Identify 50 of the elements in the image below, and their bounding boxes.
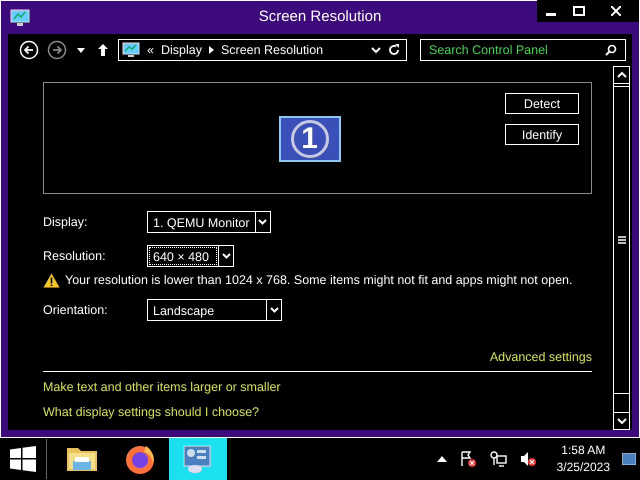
forward-button[interactable] [46, 39, 68, 61]
preview-action-button[interactable]: Identify [505, 124, 579, 145]
warning-text: Your resolution is lower than 1024 x 768. Some items might not fit and apps might not open. [65, 273, 572, 287]
help-link[interactable]: Make text and other items larger or smaller [43, 380, 281, 394]
clock-date: 3/25/2023 [556, 459, 610, 476]
field-label: Orientation: [43, 303, 109, 317]
caret-down-icon [77, 48, 85, 52]
breadcrumb-item[interactable]: Screen Resolution [220, 43, 324, 57]
up-arrow-icon [97, 43, 109, 57]
dropdown-field[interactable]: Landscape [147, 299, 282, 321]
address-bar[interactable]: « Display Screen Resolution [118, 39, 407, 61]
chevron-right-icon [208, 46, 214, 54]
chevron-down-icon [222, 253, 230, 259]
scrollbar[interactable] [613, 66, 630, 430]
speaker-muted-icon[interactable] [518, 450, 537, 468]
monitor-icon [122, 42, 140, 58]
minimize-icon [546, 13, 556, 16]
field-label: Display: [43, 215, 88, 229]
window-title: Screen Resolution [258, 8, 382, 25]
help-link[interactable]: What display settings should I choose? [43, 405, 260, 419]
warning-icon [43, 272, 60, 288]
show-desktop-icon[interactable] [622, 453, 636, 465]
grip-icon [618, 236, 626, 244]
network-icon[interactable] [488, 450, 507, 468]
breadcrumb-item[interactable]: Display [160, 43, 202, 57]
clock[interactable]: 1:58 AM 3/25/2023 [556, 442, 610, 476]
minimize-button[interactable] [537, 0, 565, 22]
chevron-up-icon[interactable] [436, 456, 447, 462]
preview-action-button[interactable]: Detect [505, 93, 579, 114]
flag-alert-icon[interactable] [458, 450, 477, 468]
monitor-tile[interactable]: 1 [278, 116, 340, 162]
chevron-down-icon [270, 307, 278, 313]
refresh-icon[interactable] [388, 44, 400, 56]
browser-icon [124, 443, 156, 475]
breadcrumb-overflow[interactable]: « [147, 43, 154, 57]
maximize-icon [573, 6, 585, 16]
back-button[interactable] [18, 39, 40, 61]
search-icon [605, 44, 617, 56]
search-field[interactable]: Search Control Panel [420, 39, 626, 61]
dropdown-field[interactable]: 640 × 480 [147, 245, 234, 267]
field-label: Resolution: [43, 249, 107, 263]
dropdown-field[interactable]: 1. QEMU Monitor [147, 211, 271, 233]
advanced-settings-link[interactable]: Advanced settings [490, 350, 592, 364]
clock-time: 1:58 AM [561, 442, 606, 459]
windows-logo-icon [10, 446, 36, 472]
chevron-down-icon[interactable] [371, 46, 381, 54]
close-button[interactable] [593, 0, 639, 22]
monitor-icon [10, 8, 30, 26]
close-icon [611, 6, 621, 16]
chevron-down-icon [258, 219, 268, 225]
